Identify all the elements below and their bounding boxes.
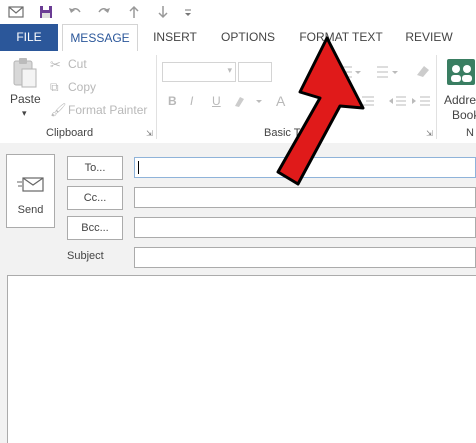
send-envelope-icon [17, 177, 44, 192]
group-separator [436, 55, 437, 139]
down-arrow-icon[interactable] [155, 4, 171, 20]
save-icon[interactable] [38, 4, 54, 20]
address-book-icon [447, 59, 475, 85]
undo-icon[interactable] [67, 4, 83, 20]
tab-review[interactable]: REVIEW [402, 24, 456, 51]
bold-button[interactable]: B [168, 94, 177, 108]
address-book-button[interactable]: Addre Book [442, 57, 476, 127]
group-separator [156, 55, 157, 139]
dialog-launcher-icon[interactable]: ⇲ [426, 129, 433, 138]
bcc-button[interactable]: Bcc... [67, 216, 123, 240]
chevron-down-icon: ▾ [227, 65, 232, 75]
text-cursor [138, 161, 139, 174]
eraser-icon [417, 66, 429, 77]
paintbrush-icon: 🖌 [50, 102, 67, 117]
clipboard-group-label: Clipboard [46, 127, 94, 139]
tab-insert[interactable]: INSERT [148, 24, 202, 51]
italic-button[interactable]: I [190, 94, 193, 108]
indent-icon [389, 96, 430, 106]
send-label: Send [17, 204, 44, 216]
subject-field[interactable] [134, 247, 476, 268]
paste-dropdown-icon[interactable]: ▾ [22, 108, 27, 119]
cc-button[interactable]: Cc... [67, 186, 123, 210]
tab-file[interactable]: FILE [0, 24, 58, 51]
ribbon-tab-bar: FILE MESSAGE INSERT OPTIONS FORMAT TEXT … [0, 24, 476, 52]
copy-icon: ⧉ [50, 80, 59, 94]
ribbon: Paste ▾ ✂ Cut ⧉ Copy 🖌 Format Painter Cl… [0, 51, 476, 144]
paste-label: Paste [10, 92, 41, 106]
annotation-arrow [276, 36, 365, 186]
format-painter-label: Format Painter [68, 103, 148, 117]
send-button[interactable]: Send [6, 154, 55, 228]
numbering-button[interactable] [370, 64, 400, 85]
clear-formatting-button[interactable] [414, 63, 432, 84]
address-book-label: Addre [444, 93, 476, 107]
address-book-label-2: Book [452, 108, 476, 122]
indent-buttons[interactable] [388, 95, 432, 114]
outlook-envelope-icon [8, 4, 24, 20]
cut-label: Cut [68, 57, 87, 71]
paste-icon [13, 58, 37, 88]
font-name-combo[interactable]: ▾ [162, 62, 236, 82]
copy-label: Copy [68, 80, 97, 94]
redo-icon[interactable] [96, 4, 112, 20]
customize-qat-icon[interactable] [180, 4, 196, 20]
bcc-field[interactable] [134, 217, 476, 238]
scissors-icon: ✂ [50, 57, 61, 72]
to-button[interactable]: To... [67, 156, 123, 180]
message-body[interactable] [7, 275, 476, 443]
cc-field[interactable] [134, 187, 476, 208]
names-group-label: N [466, 127, 474, 139]
tab-message[interactable]: MESSAGE [62, 24, 138, 52]
underline-button[interactable]: U [212, 94, 221, 108]
quick-access-toolbar [0, 0, 476, 24]
paste-button[interactable]: Paste ▾ [6, 57, 44, 123]
subject-label: Subject [67, 250, 104, 262]
numbering-icon [377, 66, 398, 78]
dialog-launcher-icon[interactable]: ⇲ [146, 129, 153, 138]
up-arrow-icon[interactable] [126, 4, 142, 20]
